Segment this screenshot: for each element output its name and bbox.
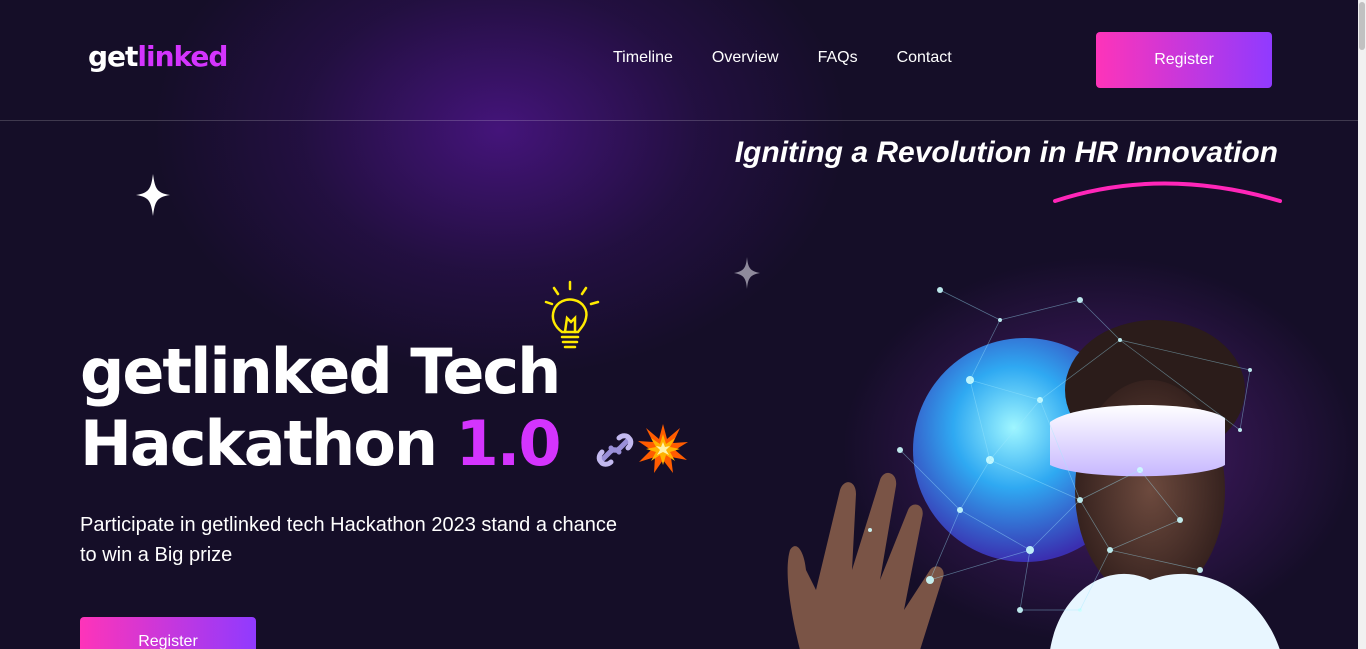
- logo-part-get: get: [88, 40, 138, 73]
- tagline: Igniting a Revolution in HR Innovation: [734, 136, 1278, 169]
- tagline-underline: [1053, 181, 1282, 203]
- hero-title-version: 1.0: [455, 407, 562, 480]
- nav-faqs[interactable]: FAQs: [818, 49, 858, 67]
- hero-title-line2: Hackathon 1.0: [80, 407, 562, 480]
- hero-title-hackathon: Hackathon: [80, 407, 456, 480]
- sparkle-icon: [136, 174, 170, 216]
- scrollbar-thumb[interactable]: [1359, 2, 1365, 50]
- logo-part-linked: linked: [137, 40, 228, 73]
- nav-timeline[interactable]: Timeline: [613, 49, 673, 67]
- hero-register-button[interactable]: Register: [80, 617, 256, 649]
- logo[interactable]: getlinked: [88, 40, 228, 73]
- scrollbar[interactable]: [1358, 0, 1366, 649]
- chain-icon: [596, 433, 634, 467]
- hero-title-line1: getlinked Tech: [80, 335, 561, 408]
- sparkle-icon: [734, 257, 760, 289]
- explosion-icon: [638, 424, 688, 473]
- nav-overview[interactable]: Overview: [712, 49, 779, 67]
- header-register-button[interactable]: Register: [1096, 32, 1272, 88]
- hero-vr-image: [787, 287, 1280, 649]
- nav-contact[interactable]: Contact: [897, 49, 952, 67]
- hero-description: Participate in getlinked tech Hackathon …: [80, 514, 618, 566]
- hero-title: getlinked Tech Hackathon 1.0: [80, 335, 562, 480]
- main-nav: Timeline Overview FAQs Contact: [613, 49, 952, 67]
- site-header: getlinked Timeline Overview FAQs Contact…: [0, 0, 1358, 121]
